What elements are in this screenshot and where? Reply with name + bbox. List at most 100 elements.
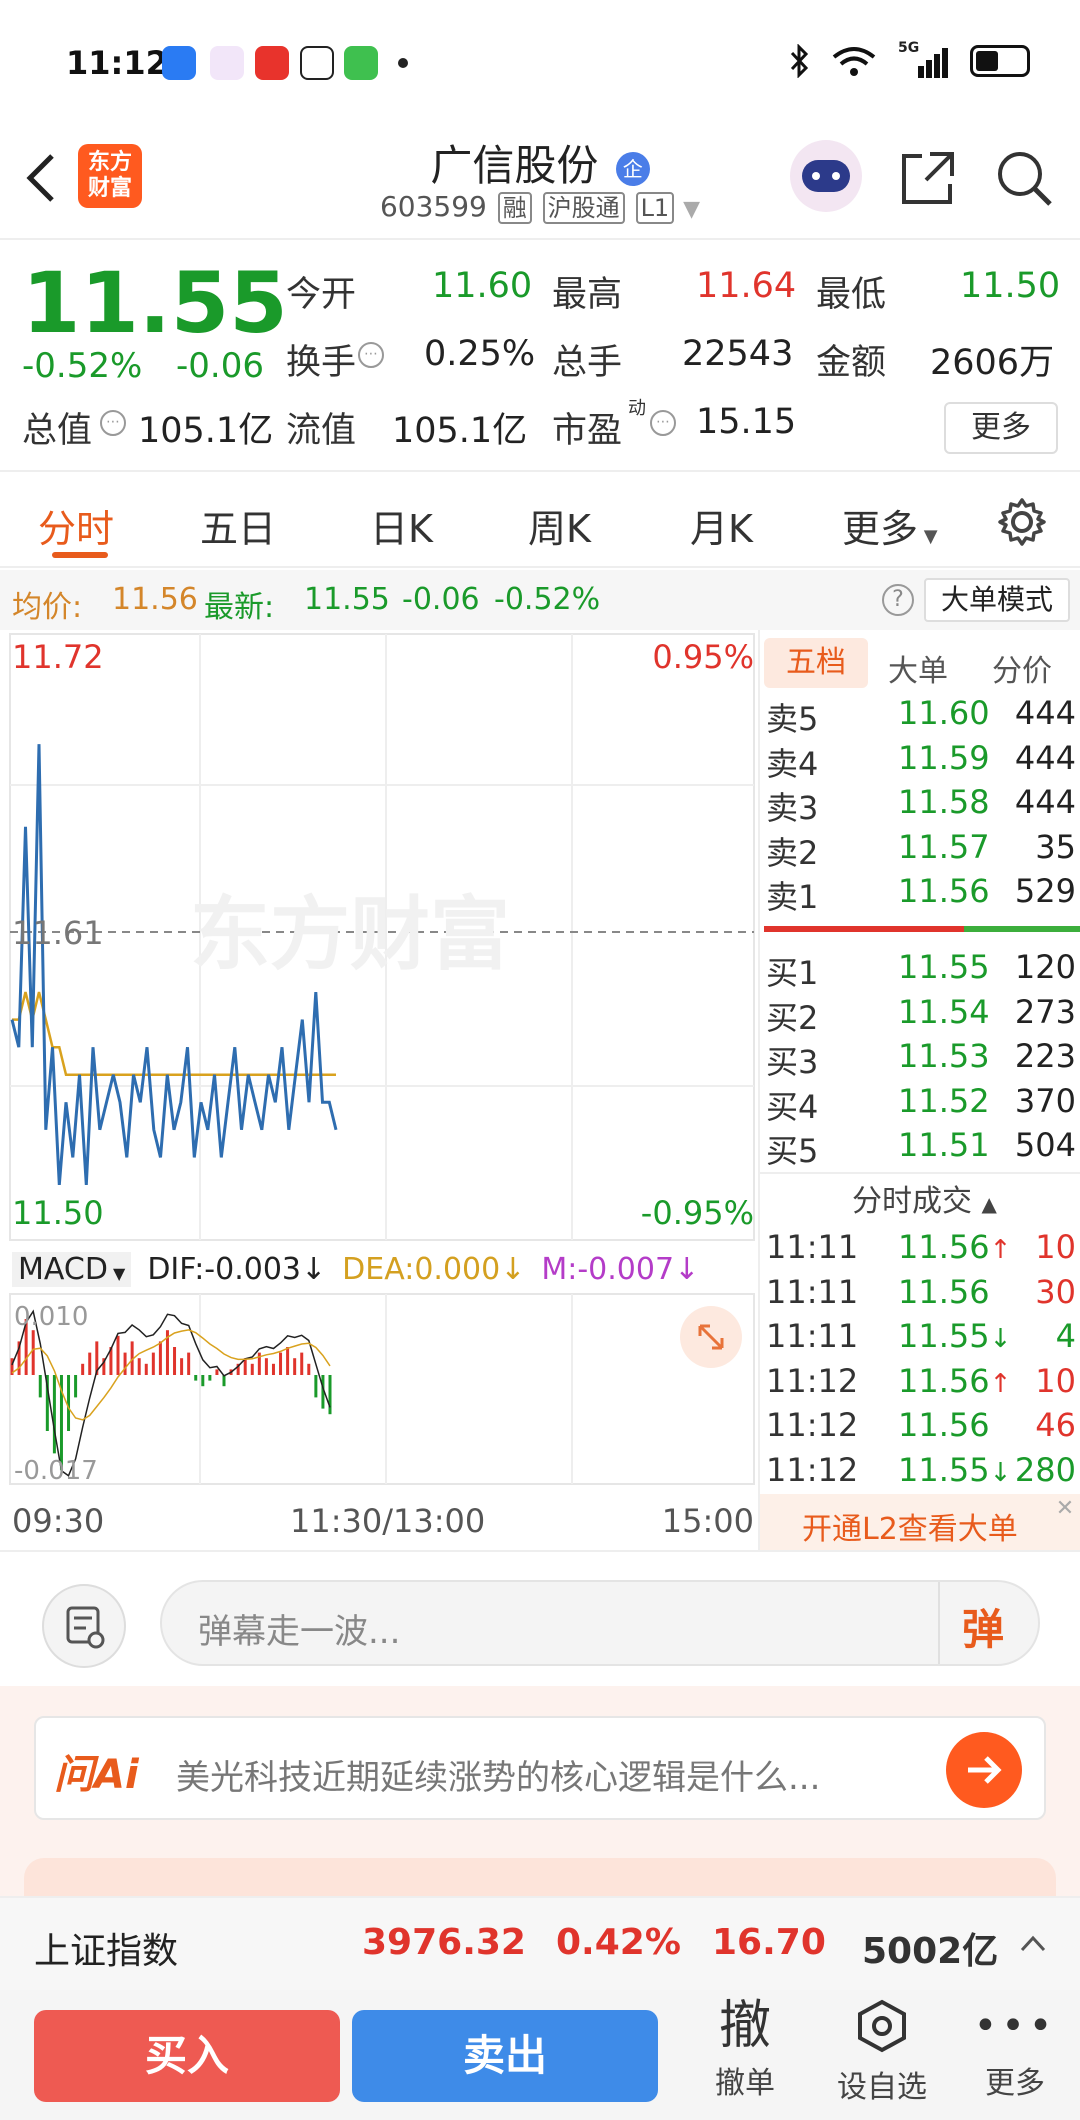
bid-row[interactable]: 买5 11.51 504 bbox=[766, 1126, 1080, 1170]
bid-level-label: 买2 bbox=[766, 998, 819, 1037]
ask-volume: 444 bbox=[1014, 783, 1076, 821]
big-order-mode-button[interactable]: 大单模式 bbox=[924, 578, 1070, 622]
tab-daily-k[interactable]: 日K bbox=[370, 498, 433, 553]
stock-name-text: 广信股份 bbox=[430, 141, 599, 190]
tab-five-levels[interactable]: 五档 bbox=[764, 638, 868, 688]
trade-row: 11:11 11.55↓ 4 bbox=[766, 1317, 1080, 1361]
ask-price: 11.59 bbox=[898, 738, 990, 777]
trade-price: 11.56↑ bbox=[898, 1361, 1012, 1400]
danmaku-placeholder: 弹幕走一波... bbox=[198, 1612, 401, 1652]
tab-five-day[interactable]: 五日 bbox=[200, 498, 276, 553]
info-icon[interactable]: ⋯ bbox=[100, 410, 126, 436]
dropdown-triangle-icon[interactable]: ▼ bbox=[683, 197, 700, 222]
tab-intraday[interactable]: 分时 bbox=[38, 498, 114, 553]
settings-gear-icon[interactable] bbox=[996, 496, 1048, 548]
cancel-order-button[interactable]: 撤 撤单 bbox=[690, 1994, 800, 2118]
tab-price-distribution[interactable]: 分价 bbox=[992, 646, 1052, 690]
macd-axis-bottom-label: -0.017 bbox=[14, 1456, 98, 1486]
tab-more[interactable]: 更多 ▼ bbox=[842, 498, 938, 553]
stock-code: 603599 bbox=[379, 190, 487, 223]
bid-level-label: 买5 bbox=[766, 1132, 819, 1170]
bid-row[interactable]: 买4 11.52 370 bbox=[766, 1082, 1080, 1126]
share-icon[interactable] bbox=[900, 150, 956, 206]
dea-text: DEA:0.000 bbox=[342, 1251, 501, 1287]
ai-question-card[interactable]: 问Ai 美光科技近期延续涨势的核心逻辑是什么... bbox=[34, 1716, 1046, 1820]
trades-title[interactable]: 分时成交 ▲ bbox=[852, 1176, 997, 1220]
ask-level-label: 卖4 bbox=[766, 744, 819, 783]
pct-axis-bottom-label: -0.95% bbox=[640, 1194, 754, 1232]
danmaku-settings-icon[interactable] bbox=[42, 1584, 126, 1668]
turnover-label: 换手 bbox=[286, 343, 357, 383]
chevron-up-icon[interactable] bbox=[1018, 1932, 1048, 1956]
info-icon[interactable]: ⋯ bbox=[358, 342, 384, 368]
open-label: 今开 bbox=[286, 275, 357, 315]
add-watchlist-label: 设自选 bbox=[837, 2070, 927, 2105]
cancel-order-label: 撤单 bbox=[715, 2066, 775, 2101]
trade-row: 11:12 11.55↓ 280 bbox=[766, 1451, 1080, 1495]
x-axis-end-label: 15:00 bbox=[661, 1502, 754, 1540]
bid-level-label: 买4 bbox=[766, 1087, 819, 1126]
app-notification-icon bbox=[300, 46, 334, 80]
ask-row[interactable]: 卖4 11.59 444 bbox=[766, 739, 1080, 783]
more-notifications-dot-icon bbox=[398, 58, 408, 68]
ask-row[interactable]: 卖2 11.57 35 bbox=[766, 828, 1080, 872]
trade-volume: 280 bbox=[1014, 1450, 1076, 1489]
search-icon[interactable] bbox=[994, 148, 1054, 208]
info-icon[interactable]: ⋯ bbox=[650, 410, 676, 436]
more-dots-icon: ••• bbox=[973, 2003, 1057, 2049]
buy-button[interactable]: 买入 bbox=[34, 2010, 340, 2102]
arrow-right-icon[interactable] bbox=[946, 1732, 1022, 1808]
wifi-icon bbox=[832, 47, 876, 76]
ask-level-label: 卖1 bbox=[766, 878, 819, 916]
trade-price: 11.56 bbox=[898, 1406, 990, 1444]
macd-indicator-select[interactable]: MACD ▼ bbox=[12, 1251, 132, 1287]
tab-monthly-k[interactable]: 月K bbox=[690, 498, 753, 553]
latest-percent: -0.52% bbox=[494, 582, 601, 617]
active-tab-indicator bbox=[52, 552, 108, 558]
intraday-chart[interactable]: 东方财富 11.72 11.61 11.50 0.95% -0.95% MACD… bbox=[0, 630, 756, 1550]
more-quote-button[interactable]: 更多 bbox=[944, 402, 1058, 454]
tab-big-orders[interactable]: 大单 bbox=[888, 646, 948, 690]
ask-volume: 444 bbox=[1014, 738, 1076, 777]
watermark: 东方财富 bbox=[190, 888, 510, 981]
bid-price: 11.52 bbox=[898, 1081, 990, 1120]
index-value: 3976.32 bbox=[362, 1922, 526, 1963]
close-icon[interactable]: ✕ bbox=[1052, 1496, 1078, 1522]
dea-value: DEA:0.000↓ bbox=[342, 1251, 526, 1287]
chart-canvas bbox=[9, 633, 755, 1485]
ask-row[interactable]: 卖5 11.60 444 bbox=[766, 694, 1080, 738]
sell-button[interactable]: 卖出 bbox=[352, 2010, 658, 2102]
avg-price-label: 均价: bbox=[12, 590, 83, 625]
bid-row[interactable]: 买1 11.55 120 bbox=[766, 948, 1080, 992]
ask-row[interactable]: 卖1 11.56 529 bbox=[766, 872, 1080, 916]
m-text: M:-0.007 bbox=[541, 1251, 675, 1287]
avg-price-value: 11.56 bbox=[112, 582, 198, 617]
tab-more-label: 更多 bbox=[842, 507, 919, 551]
ask-volume: 444 bbox=[1014, 694, 1076, 732]
danmaku-send-icon[interactable]: 弹 bbox=[962, 1596, 1004, 1657]
bid-row[interactable]: 买2 11.54 273 bbox=[766, 993, 1080, 1037]
danmaku-input[interactable]: 弹幕走一波... 弹 bbox=[160, 1580, 1040, 1666]
macd-axis-top-label: 0.010 bbox=[14, 1302, 89, 1332]
status-time: 11:12 bbox=[66, 44, 168, 82]
bid-level-label: 买1 bbox=[766, 954, 819, 992]
help-icon[interactable]: ? bbox=[882, 584, 914, 616]
ai-assistant-avatar[interactable] bbox=[790, 140, 862, 212]
bid-price: 11.53 bbox=[898, 1037, 990, 1075]
stock-connect-tag: 沪股通 bbox=[542, 192, 625, 224]
ask-row[interactable]: 卖3 11.58 444 bbox=[766, 783, 1080, 827]
index-ticker[interactable]: 上证指数 3976.32 0.42% 16.70 5002亿 bbox=[0, 1896, 1080, 1990]
more-actions-button[interactable]: ••• 更多 bbox=[960, 1994, 1070, 2118]
ask-level-label: 卖5 bbox=[766, 700, 819, 738]
danmaku-bar: 弹幕走一波... 弹 bbox=[0, 1550, 1080, 1686]
expand-chart-icon[interactable] bbox=[680, 1306, 742, 1368]
y-axis-bottom-label: 11.50 bbox=[12, 1194, 104, 1232]
ask-ratio-bar bbox=[764, 926, 964, 932]
status-bar: 11:12 5G bbox=[0, 0, 1080, 120]
bid-row[interactable]: 买3 11.53 223 bbox=[766, 1037, 1080, 1081]
stock-header: 东方 财富 广信股份 企 603599 融 沪股通 L1 ▼ bbox=[0, 120, 1080, 240]
add-watchlist-button[interactable]: 设自选 bbox=[822, 1994, 942, 2118]
bid-volume: 273 bbox=[1014, 992, 1076, 1031]
l2-banner[interactable]: 开通L2查看大单 ✕ bbox=[760, 1494, 1080, 1550]
tab-weekly-k[interactable]: 周K bbox=[528, 498, 591, 553]
